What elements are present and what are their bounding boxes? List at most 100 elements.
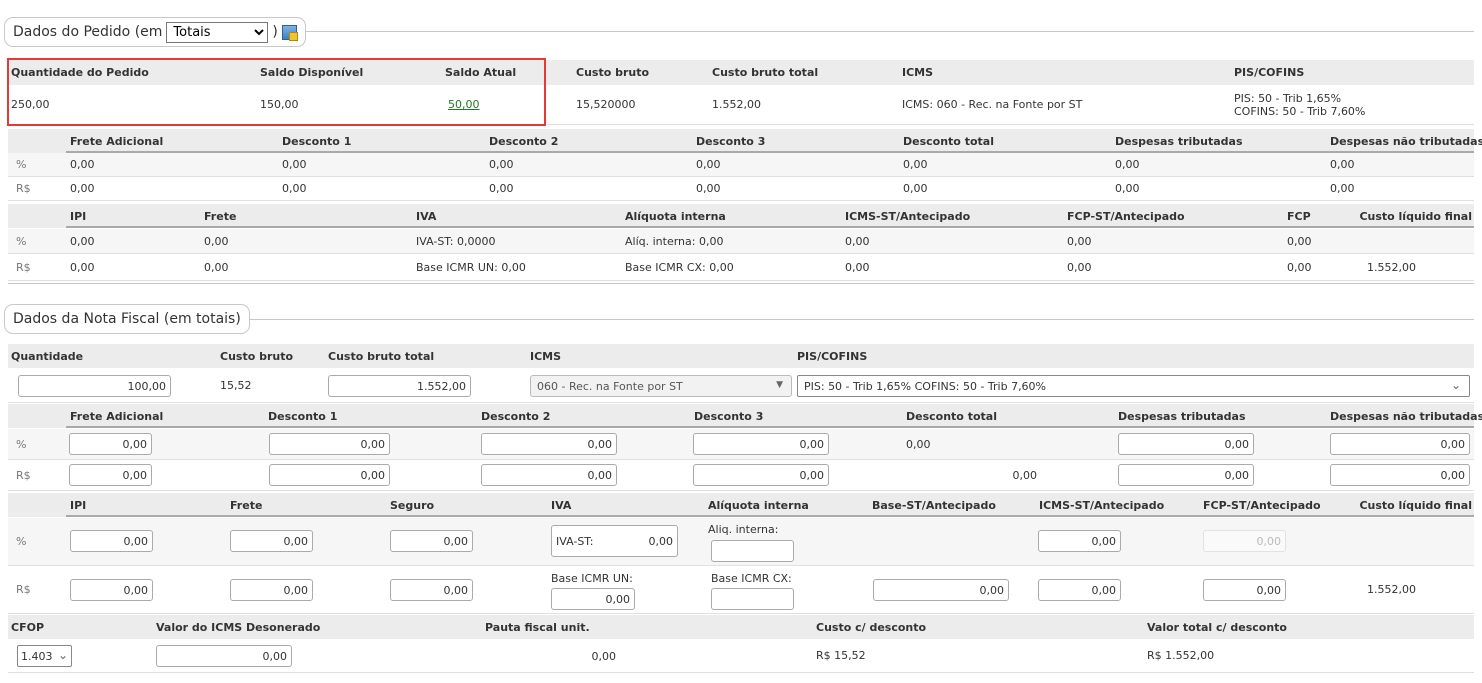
header-despesas-nao-tributadas: Despesas não tributadas — [1330, 409, 1482, 423]
desconto-2-rs-input[interactable] — [481, 464, 617, 486]
desc-rs-value: 0,00 — [70, 182, 95, 195]
tax-rs-value: Base ICMR UN: 0,00 — [416, 260, 526, 274]
frete-adicional-rs-input[interactable] — [69, 464, 152, 486]
header-icms: ICMS — [530, 349, 562, 363]
pedido-tax-header: IPI Frete IVA Alíquota interna ICMS-ST/A… — [8, 204, 1474, 228]
header-frete-adicional: Frete Adicional — [70, 134, 164, 148]
header-icms: ICMS — [902, 66, 934, 79]
pedido-tax-pct-row: % 0,00 0,00 IVA-ST: 0,0000 Alíq. interna… — [8, 229, 1474, 254]
ipi-rs-input[interactable] — [70, 579, 153, 601]
header-frete: Frete — [204, 209, 237, 223]
desc-pct-value: 0,00 — [1115, 158, 1140, 171]
tax-rs-value: 0,00 — [204, 260, 229, 274]
cofins-value: COFINS: 50 - Trib 7,60% — [1234, 104, 1366, 118]
pedido-desc-pct-row: % 0,00 0,00 0,00 0,00 0,00 0,00 0,00 — [8, 153, 1474, 177]
base-icmr-cx-input[interactable] — [711, 588, 794, 610]
frete-adicional-pct-input[interactable] — [69, 433, 152, 455]
pauta-fiscal-input[interactable] — [485, 645, 621, 667]
icms-select[interactable]: 060 - Rec. na Fonte por ST ▼ — [530, 375, 792, 397]
frete-rs-input[interactable] — [230, 579, 313, 601]
header-desconto-3: Desconto 3 — [696, 134, 766, 148]
nota-top-header: Quantidade Custo bruto Custo bruto total… — [8, 344, 1474, 368]
ipi-pct-input[interactable] — [70, 530, 153, 552]
header-desconto-total: Desconto total — [903, 134, 994, 148]
quantidade-input[interactable] — [18, 375, 171, 397]
fieldset-border — [300, 31, 1474, 32]
nota-bottom-header: CFOP Valor do ICMS Desonerado Pauta fisc… — [8, 615, 1474, 639]
tax-rs-value: 1.552,00 — [1367, 260, 1416, 274]
base-st-rs-input[interactable] — [873, 579, 1009, 601]
pedido-legend-suffix: ) — [272, 24, 278, 40]
valor-total-desconto-value: R$ 1.552,00 — [1147, 649, 1215, 662]
desconto-total-rs-input[interactable] — [906, 464, 1042, 486]
row-label-rs: R$ — [16, 583, 31, 596]
desconto-1-pct-input[interactable] — [269, 433, 390, 455]
icms-st-pct-input[interactable] — [1038, 530, 1121, 552]
despesas-tributadas-pct-input[interactable] — [1118, 433, 1254, 455]
desc-rs-value: 0,00 — [903, 182, 928, 195]
header-desconto-total: Desconto total — [906, 409, 997, 423]
header-frete: Frete — [230, 498, 263, 512]
desconto-2-pct-input[interactable] — [481, 433, 617, 455]
tax-rs-value: 0,00 — [1067, 260, 1092, 274]
desconto-total-pct-value: 0,00 — [906, 437, 931, 451]
icms-desonerado-input[interactable] — [156, 645, 292, 667]
tax-pct-value: 0,00 — [1287, 234, 1312, 248]
iva-st-value: 0,00 — [648, 534, 674, 548]
header-custo-desconto: Custo c/ desconto — [816, 620, 927, 634]
desconto-3-pct-input[interactable] — [693, 433, 829, 455]
tax-pct-value: 0,00 — [204, 234, 229, 248]
nota-legend: Dados da Nota Fiscal (em totais) — [4, 304, 250, 334]
custo-bruto-total-input[interactable] — [328, 375, 471, 397]
desconto-1-rs-input[interactable] — [269, 464, 390, 486]
header-valor-total-desconto: Valor total c/ desconto — [1147, 620, 1287, 634]
calculator-icon[interactable] — [281, 24, 298, 41]
tax-pct-value: Alíq. interna: 0,00 — [625, 234, 724, 248]
pedido-legend-prefix: Dados do Pedido (em — [13, 24, 163, 40]
header-desconto-1: Desconto 1 — [268, 409, 338, 423]
pedido-desc-header: Frete Adicional Desconto 1 Desconto 2 De… — [8, 129, 1482, 153]
aliq-interna-label: Aliq. interna: — [708, 523, 779, 536]
aliq-interna-input[interactable] — [711, 540, 794, 562]
iva-st-input[interactable]: IVA-ST: 0,00 — [551, 525, 678, 557]
custo-bruto-value: 15,520000 — [576, 98, 636, 111]
despesas-tributadas-rs-input[interactable] — [1118, 464, 1254, 486]
header-custo-bruto: Custo bruto — [220, 349, 294, 363]
header-fcp-st: FCP-ST/Antecipado — [1203, 498, 1321, 512]
header-ipi: IPI — [70, 209, 87, 223]
tax-rs-value: 0,00 — [845, 260, 870, 274]
row-label-pct: % — [16, 234, 27, 248]
base-icmr-un-input[interactable] — [551, 588, 635, 610]
desc-pct-value: 0,00 — [282, 158, 307, 171]
nota-top-row: 15,52 060 - Rec. na Fonte por ST ▼ PIS: … — [8, 368, 1474, 403]
cfop-select[interactable]: 1.403 ⌄ — [17, 645, 72, 667]
pis-value: PIS: 50 - Trib 1,65% — [1234, 91, 1342, 105]
despesas-nao-tributadas-rs-input[interactable] — [1330, 464, 1470, 486]
row-label-pct: % — [16, 158, 27, 171]
custo-desconto-value: R$ 15,52 — [816, 649, 866, 662]
nota-desc-pct-row: % 0,00 — [8, 429, 1474, 460]
desc-pct-value: 0,00 — [1330, 158, 1355, 171]
header-iva: IVA — [551, 498, 572, 512]
frete-pct-input[interactable] — [230, 530, 313, 552]
section-bottom-border — [8, 283, 1474, 284]
tax-pct-value: 0,00 — [845, 234, 870, 248]
row-label-pct: % — [16, 535, 27, 548]
pedido-legend: Dados do Pedido (em Totais ) — [4, 17, 306, 47]
chevron-down-icon: ⌄ — [57, 648, 68, 662]
header-pis-cofins: PIS/COFINS — [1234, 66, 1305, 79]
custo-bruto-value: 15,52 — [220, 378, 252, 392]
iva-st-label: IVA-ST: — [556, 534, 594, 548]
despesas-nao-tributadas-pct-input[interactable] — [1330, 433, 1470, 455]
nota-tax-rs-row: R$ Base ICMR UN: Base ICMR CX: 1.552,00 — [8, 566, 1474, 614]
seguro-pct-input[interactable] — [390, 530, 473, 552]
unit-select[interactable]: Totais — [166, 21, 269, 43]
seguro-rs-input[interactable] — [390, 579, 473, 601]
pis-cofins-select[interactable]: PIS: 50 - Trib 1,65% COFINS: 50 - Trib 7… — [797, 375, 1470, 397]
desconto-3-rs-input[interactable] — [693, 464, 829, 486]
nota-tax-pct-row: % IVA-ST: 0,00 Aliq. interna: — [8, 518, 1474, 566]
header-pauta-fiscal: Pauta fiscal unit. — [485, 620, 590, 634]
header-desconto-2: Desconto 2 — [481, 409, 551, 423]
icms-st-rs-input[interactable] — [1038, 579, 1121, 601]
fcp-st-rs-input[interactable] — [1203, 579, 1286, 601]
